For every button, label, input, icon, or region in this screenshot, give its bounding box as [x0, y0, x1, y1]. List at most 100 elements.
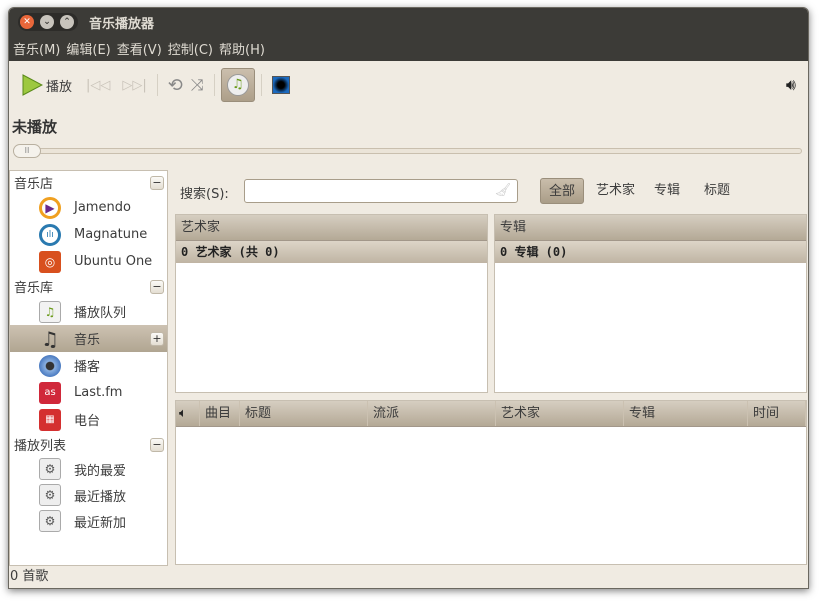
search-label: 搜索(S):: [180, 187, 229, 202]
gear-icon: ⚙: [39, 510, 61, 532]
section-store[interactable]: 音乐店 −: [10, 171, 167, 194]
sidebar-item-recently-added[interactable]: ⚙ 最近新加: [10, 508, 167, 534]
menu-edit[interactable]: 编辑(E): [65, 36, 115, 61]
next-button[interactable]: ▷▷|: [118, 68, 150, 102]
artist-column-header[interactable]: 艺术家: [176, 215, 487, 241]
collapse-button[interactable]: −: [150, 279, 164, 294]
sidebar-item-label: 最近新加: [74, 515, 127, 531]
shuffle-button[interactable]: ⤨: [187, 68, 208, 102]
source-sidebar: 音乐店 − ▶ Jamendo ılı Magnatune ◎ Ubuntu One 音…: [9, 170, 168, 566]
filter-artist[interactable]: 艺术家: [588, 178, 643, 204]
podcast-icon: [39, 354, 61, 377]
music-library-icon: ♫: [226, 74, 249, 96]
lastfm-icon: as: [39, 381, 61, 404]
sidebar-item-label: 最近播放: [74, 489, 127, 505]
sidebar-item-label: 电台: [74, 414, 101, 429]
menu-view[interactable]: 查看(V): [116, 36, 167, 61]
separator: [156, 74, 158, 96]
album-summary-row[interactable]: 0 专辑 (0): [495, 241, 806, 263]
track-list[interactable]: 🔈︎ 曲目 标题 流派 艺术家 专辑 时间: [175, 400, 807, 565]
separator: [213, 74, 215, 96]
column-artist[interactable]: 艺术家: [496, 401, 624, 426]
sidebar-item-magnatune[interactable]: ılı Magnatune: [10, 221, 167, 248]
column-track[interactable]: 曲目: [200, 401, 240, 426]
section-label: 音乐店: [14, 177, 54, 192]
track-list-header: 🔈︎ 曲目 标题 流派 艺术家 专辑 时间: [176, 401, 806, 427]
volume-button[interactable]: 🔊︎: [782, 68, 800, 102]
column-title[interactable]: 标题: [240, 401, 368, 426]
status-bar: 0 首歌: [10, 569, 49, 584]
visualization-button[interactable]: [268, 68, 294, 102]
sidebar-item-label: 播放队列: [74, 306, 127, 321]
sidebar-item-ubuntu-one[interactable]: ◎ Ubuntu One: [10, 248, 167, 275]
repeat-icon: ⟲: [167, 74, 183, 96]
artist-browser[interactable]: 艺术家 0 艺术家 (共 0): [175, 214, 488, 393]
section-label: 播放列表: [14, 439, 67, 454]
menu-bar: 音乐(M) 编辑(E) 查看(V) 控制(C) 帮助(H): [9, 36, 808, 61]
separator: [260, 74, 262, 96]
sidebar-item-podcast[interactable]: 播客: [10, 352, 167, 379]
sidebar-item-music[interactable]: ♫ 音乐 +: [10, 325, 167, 352]
ubuntu-one-icon: ◎: [39, 250, 61, 273]
sidebar-item-favorites[interactable]: ⚙ 我的最爱: [10, 456, 167, 482]
column-genre[interactable]: 流派: [368, 401, 496, 426]
sidebar-item-label: 播客: [74, 360, 101, 375]
sidebar-item-radio[interactable]: ▦ 电台: [10, 406, 167, 433]
column-album[interactable]: 专辑: [624, 401, 748, 426]
radio-icon: ▦: [39, 408, 61, 431]
speaker-icon: 🔈︎: [179, 406, 187, 421]
window-title: 音乐播放器: [89, 17, 155, 32]
shuffle-icon: ⤨: [190, 75, 204, 94]
sidebar-item-label: 音乐: [74, 333, 101, 348]
section-playlists[interactable]: 播放列表 −: [10, 433, 167, 456]
magnatune-icon: ılı: [39, 223, 61, 246]
sidebar-item-jamendo[interactable]: ▶ Jamendo: [10, 194, 167, 221]
seek-slider-handle[interactable]: II: [13, 144, 41, 158]
sidebar-item-label: Ubuntu One: [74, 254, 153, 269]
jamendo-icon: ▶: [39, 196, 61, 219]
filter-album[interactable]: 专辑: [646, 178, 688, 204]
menu-control[interactable]: 控制(C): [167, 36, 218, 61]
section-label: 音乐库: [14, 281, 54, 296]
maximize-button[interactable]: ⌃: [60, 15, 74, 29]
gear-icon: ⚙: [39, 458, 61, 480]
close-button[interactable]: ✕: [20, 15, 34, 29]
filter-all[interactable]: 全部: [540, 178, 585, 204]
album-browser[interactable]: 专辑 0 专辑 (0): [494, 214, 807, 393]
section-library[interactable]: 音乐库 −: [10, 275, 167, 298]
expand-button[interactable]: +: [150, 331, 164, 346]
sidebar-item-lastfm[interactable]: as Last.fm: [10, 379, 167, 406]
play-label: 播放: [46, 79, 73, 95]
artist-summary-row[interactable]: 0 艺术家 (共 0): [176, 241, 487, 263]
rhythmbox-window: ✕ ⌄ ⌃ 音乐播放器 音乐(M) 编辑(E) 查看(V) 控制(C) 帮助(H…: [8, 7, 809, 589]
play-button[interactable]: 播放: [17, 68, 76, 102]
sidebar-item-recently-played[interactable]: ⚙ 最近播放: [10, 482, 167, 508]
window-controls: ✕ ⌄ ⌃: [18, 13, 78, 31]
sidebar-item-play-queue[interactable]: ♫ 播放队列: [10, 298, 167, 325]
volume-icon: 🔊︎: [785, 75, 796, 94]
menu-help[interactable]: 帮助(H): [218, 36, 270, 61]
collapse-button[interactable]: −: [150, 437, 164, 452]
seek-slider[interactable]: II: [13, 144, 802, 158]
play-icon: [22, 74, 43, 96]
play-queue-icon: ♫: [39, 300, 61, 323]
column-time[interactable]: 时间: [748, 401, 806, 426]
gear-icon: ⚙: [39, 484, 61, 506]
browse-toggle-button[interactable]: ♫: [220, 68, 255, 102]
playing-column-header[interactable]: 🔈︎: [176, 401, 200, 426]
album-column-header[interactable]: 专辑: [495, 215, 806, 241]
minimize-button[interactable]: ⌄: [40, 15, 54, 29]
clear-search-icon[interactable]: 🧹︎: [494, 183, 511, 198]
search-input[interactable]: 🧹︎: [244, 179, 518, 203]
sidebar-item-label: Jamendo: [74, 200, 131, 215]
filter-title[interactable]: 标题: [696, 178, 738, 204]
collapse-button[interactable]: −: [150, 175, 164, 190]
previous-icon: |◁◁: [86, 77, 111, 93]
next-icon: ▷▷|: [122, 77, 147, 93]
sidebar-item-label: Magnatune: [74, 227, 148, 242]
sidebar-item-label: Last.fm: [74, 385, 123, 400]
menu-music[interactable]: 音乐(M): [12, 36, 65, 61]
repeat-button[interactable]: ⟲: [164, 68, 187, 102]
sidebar-item-label: 我的最爱: [74, 463, 127, 479]
previous-button[interactable]: |◁◁: [82, 68, 114, 102]
